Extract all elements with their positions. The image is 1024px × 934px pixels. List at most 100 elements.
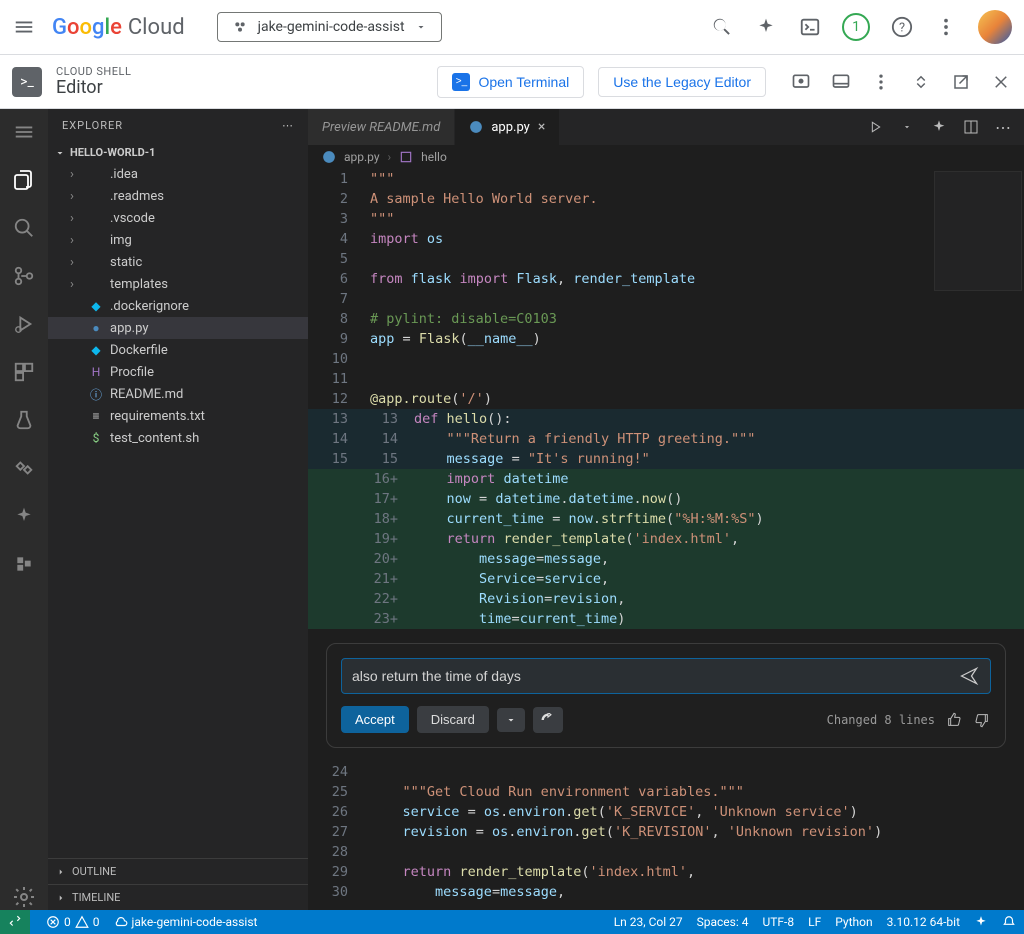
sparkle-icon[interactable] <box>754 15 778 39</box>
search-panel-icon[interactable] <box>11 215 37 241</box>
legacy-editor-button[interactable]: Use the Legacy Editor <box>598 67 766 97</box>
shell-terminal-icon: >_ <box>12 67 42 97</box>
settings-gear-icon[interactable] <box>11 884 37 910</box>
notifications-badge[interactable]: 1 <box>842 13 870 41</box>
cloud-code-icon[interactable] <box>11 455 37 481</box>
terraform-icon[interactable] <box>11 551 37 577</box>
menu-icon[interactable] <box>11 119 37 145</box>
file-tree-item[interactable]: ›.idea <box>48 163 308 185</box>
thumbs-down-icon[interactable] <box>973 711 991 729</box>
shell-more-icon[interactable] <box>870 71 892 93</box>
testing-icon[interactable] <box>11 407 37 433</box>
ai-prompt-input[interactable] <box>352 668 948 684</box>
thumbs-up-icon[interactable] <box>945 711 963 729</box>
code-editor[interactable]: 1"""2A sample Hello World server.3"""4im… <box>308 169 1024 910</box>
chevron-right-icon <box>56 867 66 877</box>
terminal-mini-icon: >_ <box>452 73 470 91</box>
ai-change-status: Changed 8 lines <box>827 710 935 730</box>
file-tree-item[interactable]: ›static <box>48 251 308 273</box>
file-tree-item[interactable]: HProcfile <box>48 361 308 383</box>
gcp-logo[interactable]: Google Cloud <box>52 15 185 40</box>
accept-button[interactable]: Accept <box>341 706 409 733</box>
explorer-more-icon[interactable]: ⋯ <box>282 119 294 132</box>
editor-more-icon[interactable]: ⋯ <box>994 118 1012 136</box>
file-tree-item[interactable]: ◆.dockerignore <box>48 295 308 317</box>
google-logo: Google <box>52 15 122 40</box>
file-tree-item[interactable]: ◆Dockerfile <box>48 339 308 361</box>
problems-indicator[interactable]: 0 0 <box>46 915 100 929</box>
notifications-icon[interactable] <box>1002 915 1016 929</box>
encoding[interactable]: UTF-8 <box>762 915 794 929</box>
resize-icon[interactable] <box>910 71 932 93</box>
cloud-shell-icon[interactable] <box>798 15 822 39</box>
close-tab-icon[interactable]: × <box>538 119 545 135</box>
file-tree-item[interactable]: ›img <box>48 229 308 251</box>
tab-app-py[interactable]: app.py × <box>455 109 560 145</box>
shell-title: Editor <box>56 78 131 98</box>
open-terminal-button[interactable]: >_ Open Terminal <box>437 66 584 98</box>
explorer-sidebar: EXPLORER ⋯ HELLO-WORLD-1 ›.idea›.readmes… <box>48 109 308 910</box>
chevron-right-icon: › <box>388 150 392 164</box>
file-tree-item[interactable]: ›templates <box>48 273 308 295</box>
main-editor: Preview README.md app.py × ⋯ app.py › he… <box>308 109 1024 910</box>
search-icon[interactable] <box>710 15 734 39</box>
chevron-right-icon <box>56 893 66 903</box>
project-selector[interactable]: jake-gemini-code-assist <box>217 12 442 42</box>
editor-area: EXPLORER ⋯ HELLO-WORLD-1 ›.idea›.readmes… <box>0 109 1024 910</box>
discard-button[interactable]: Discard <box>417 706 489 733</box>
eol[interactable]: LF <box>808 915 821 929</box>
discard-dropdown[interactable] <box>497 708 525 732</box>
explorer-icon[interactable] <box>11 167 37 193</box>
more-icon[interactable] <box>934 15 958 39</box>
source-control-icon[interactable] <box>11 263 37 289</box>
preview-icon[interactable] <box>790 71 812 93</box>
status-bar: 0 0 jake-gemini-code-assist Ln 23, Col 2… <box>0 910 1024 934</box>
file-tree-item[interactable]: ⓘREADME.md <box>48 383 308 405</box>
remote-icon <box>8 915 22 929</box>
cursor-position[interactable]: Ln 23, Col 27 <box>614 915 683 929</box>
breadcrumbs[interactable]: app.py › hello <box>308 145 1024 169</box>
tab-preview-readme[interactable]: Preview README.md <box>308 109 455 145</box>
file-tree: ›.idea›.readmes›.vscode›img›static›templ… <box>48 163 308 858</box>
layout-icon[interactable] <box>830 71 852 93</box>
chevron-down-icon <box>415 21 427 33</box>
python-interpreter[interactable]: 3.10.12 64-bit <box>887 915 960 929</box>
help-icon[interactable]: ? <box>890 15 914 39</box>
cloud-logo-text: Cloud <box>128 15 185 40</box>
file-tree-item[interactable]: ›.vscode <box>48 207 308 229</box>
gcp-header: Google Cloud jake-gemini-code-assist 1 ? <box>0 0 1024 55</box>
warning-icon <box>75 915 89 929</box>
language-mode[interactable]: Python <box>835 915 872 929</box>
python-file-icon <box>469 120 483 134</box>
user-avatar[interactable] <box>978 10 1012 44</box>
extensions-icon[interactable] <box>11 359 37 385</box>
chevron-down-icon <box>54 147 66 159</box>
close-shell-icon[interactable] <box>990 71 1012 93</box>
ai-sparkle-icon[interactable] <box>11 503 37 529</box>
cloud-icon <box>114 915 128 929</box>
open-new-window-icon[interactable] <box>950 71 972 93</box>
minimap[interactable] <box>934 171 1022 291</box>
hamburger-icon[interactable] <box>12 15 36 39</box>
cloud-project-status[interactable]: jake-gemini-code-assist <box>114 915 258 929</box>
run-icon[interactable] <box>866 118 884 136</box>
split-editor-icon[interactable] <box>962 118 980 136</box>
indentation[interactable]: Spaces: 4 <box>697 915 749 929</box>
remote-indicator[interactable] <box>0 910 30 934</box>
outline-section[interactable]: OUTLINE <box>48 858 308 884</box>
regenerate-button[interactable] <box>533 707 563 733</box>
project-icon <box>232 19 248 35</box>
run-dropdown-icon[interactable] <box>898 118 916 136</box>
file-tree-item[interactable]: ≡requirements.txt <box>48 405 308 427</box>
send-icon[interactable] <box>958 665 980 687</box>
file-tree-item[interactable]: ›.readmes <box>48 185 308 207</box>
debug-icon[interactable] <box>11 311 37 337</box>
file-tree-item[interactable]: $test_content.sh <box>48 427 308 449</box>
timeline-section[interactable]: TIMELINE <box>48 884 308 910</box>
ai-status-icon[interactable] <box>974 915 988 929</box>
file-tree-item[interactable]: ●app.py <box>48 317 308 339</box>
ai-inline-panel: Accept Discard Changed 8 lines <box>326 643 1006 748</box>
workspace-folder[interactable]: HELLO-WORLD-1 <box>48 142 308 163</box>
ai-action-icon[interactable] <box>930 118 948 136</box>
project-name: jake-gemini-code-assist <box>258 19 405 35</box>
